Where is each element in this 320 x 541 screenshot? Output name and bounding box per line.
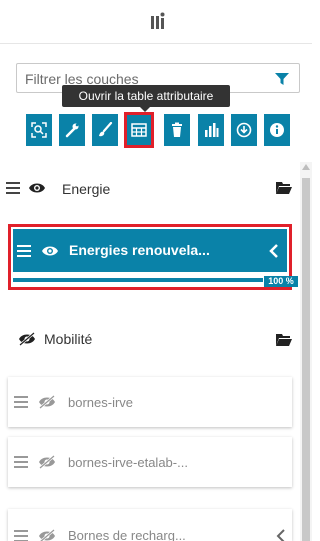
layer-group-mobilite[interactable]: Mobilité: [0, 314, 300, 366]
zoom-extent-button[interactable]: [26, 114, 52, 146]
drag-handle-icon[interactable]: [17, 245, 31, 257]
chevron-left-icon[interactable]: [269, 244, 279, 258]
folder-open-icon[interactable]: [276, 182, 292, 194]
info-icon: [270, 123, 284, 137]
layer-label: bornes-irve: [68, 394, 134, 410]
table-icon: [131, 123, 147, 137]
layer-toolbar: [26, 112, 292, 148]
info-button[interactable]: [264, 114, 290, 146]
open-attribute-table-button[interactable]: [124, 112, 154, 148]
download-button[interactable]: [231, 114, 257, 146]
delete-layer-button[interactable]: [164, 114, 190, 146]
layer-label: bornes-irve-etalab-...: [68, 454, 188, 470]
eye-slash-icon[interactable]: [38, 395, 56, 409]
layer-label: Mobilité: [44, 331, 93, 347]
drag-handle-icon[interactable]: [6, 182, 20, 194]
layer-item-energies-renouvelables[interactable]: Energies renouvela...: [13, 229, 287, 272]
layer-group-energie[interactable]: Energie: [0, 162, 300, 214]
progress-percent: 100 %: [264, 276, 298, 287]
layers-icon[interactable]: [150, 12, 166, 30]
scroll-up-arrow[interactable]: [302, 164, 310, 170]
top-bar: [0, 0, 312, 44]
selected-layer-highlight: Energies renouvela... 100 %: [8, 224, 298, 290]
bar-chart-icon: [205, 123, 219, 137]
eye-icon[interactable]: [41, 244, 59, 258]
download-icon: [236, 122, 252, 138]
brush-icon: [99, 122, 113, 137]
layer-item-bornes-de-recharge[interactable]: Bornes de recharg...: [8, 509, 292, 541]
eye-slash-icon[interactable]: [38, 455, 56, 469]
style-button[interactable]: [92, 114, 118, 146]
chevron-left-icon[interactable]: [276, 529, 286, 541]
settings-button[interactable]: [59, 114, 85, 146]
drag-handle-icon[interactable]: [14, 456, 28, 468]
chart-button[interactable]: [198, 114, 224, 146]
eye-slash-icon[interactable]: [18, 332, 36, 346]
progress-bar: [13, 278, 263, 282]
scrollbar-thumb[interactable]: [302, 178, 310, 541]
layer-item-bornes-irve[interactable]: bornes-irve: [8, 377, 292, 427]
funnel-icon[interactable]: [275, 72, 289, 86]
eye-slash-icon[interactable]: [38, 529, 56, 541]
drag-handle-icon[interactable]: [14, 396, 28, 408]
layer-item-bornes-irve-etalab[interactable]: bornes-irve-etalab-...: [8, 437, 292, 487]
layer-label: Bornes de recharg...: [68, 528, 186, 541]
trash-icon: [172, 122, 182, 137]
eye-icon[interactable]: [28, 181, 46, 195]
folder-open-icon[interactable]: [276, 334, 292, 346]
layer-label: Energie: [62, 181, 111, 197]
layer-label: Energies renouvela...: [69, 242, 210, 258]
drag-handle-icon[interactable]: [14, 530, 28, 541]
wrench-icon: [65, 123, 79, 138]
tooltip: Ouvrir la table attributaire: [62, 85, 230, 112]
zoom-extent-icon: [31, 122, 47, 138]
